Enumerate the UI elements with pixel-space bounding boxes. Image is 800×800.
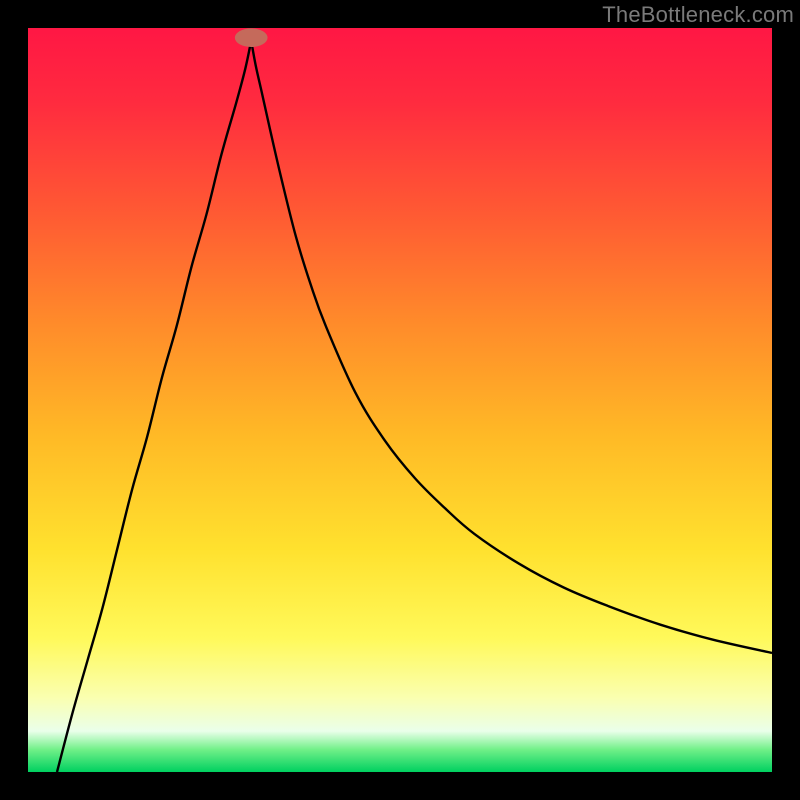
watermark-text: TheBottleneck.com [602,2,794,28]
plot-area [28,28,772,772]
gradient-background [28,28,772,772]
optimum-marker [235,28,268,47]
chart-frame: TheBottleneck.com [0,0,800,800]
bottleneck-chart [28,28,772,772]
